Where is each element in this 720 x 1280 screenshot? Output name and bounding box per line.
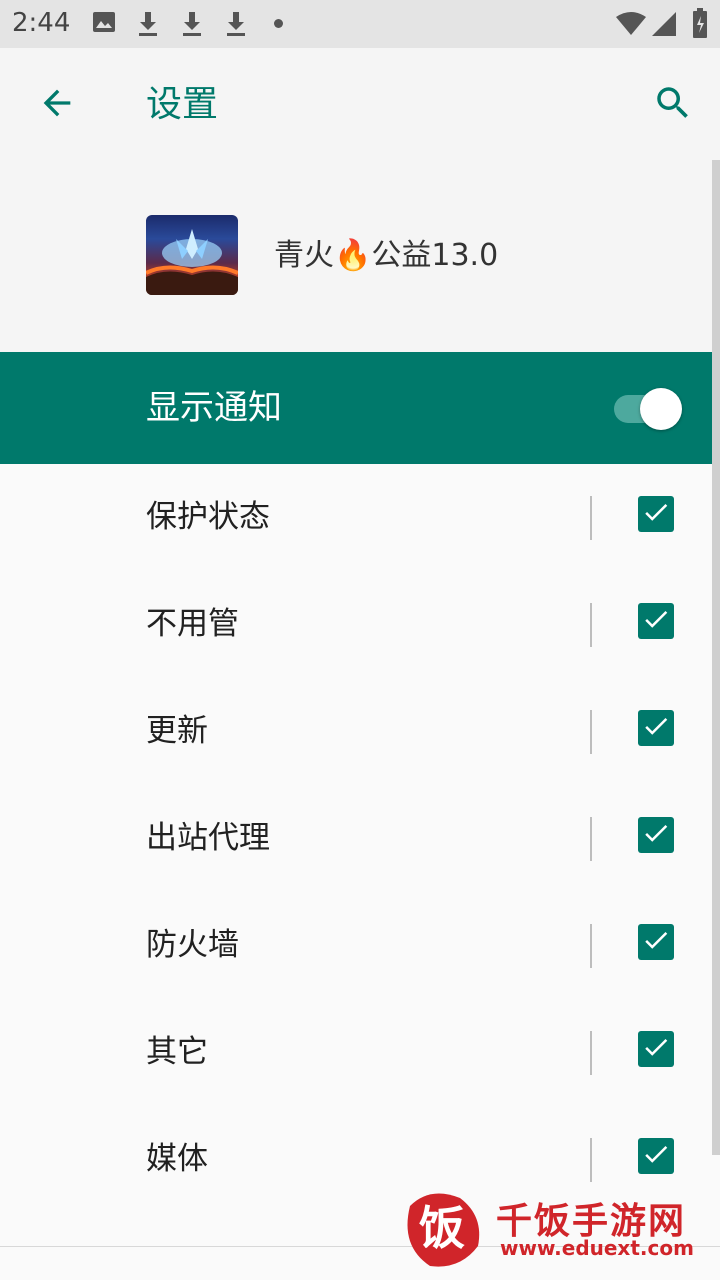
vertical-divider: [590, 924, 592, 968]
back-button[interactable]: [30, 78, 84, 132]
vertical-divider: [590, 710, 592, 754]
app-header: 青火🔥公益13.0: [0, 160, 720, 352]
checkmark-icon: [641, 1139, 671, 1173]
channel-label: 更新: [146, 713, 208, 749]
channel-row[interactable]: 防火墙: [0, 892, 720, 999]
channel-row[interactable]: 不用管: [0, 571, 720, 678]
channel-row[interactable]: 其它: [0, 999, 720, 1106]
app-name-suffix: 公益13.0: [371, 238, 499, 273]
status-time: 2:44: [12, 8, 71, 38]
channel-checkbox[interactable]: [638, 496, 674, 532]
channel-row[interactable]: 保护状态: [0, 464, 720, 571]
vertical-divider: [590, 496, 592, 540]
battery-icon: [692, 8, 708, 42]
checkmark-icon: [641, 711, 671, 745]
download-icon: [224, 10, 248, 42]
arrow-back-icon: [37, 83, 77, 127]
show-notifications-label: 显示通知: [146, 388, 282, 428]
app-name-prefix: 青火: [274, 238, 334, 273]
app-name: 青火🔥公益13.0: [274, 236, 498, 276]
checkmark-icon: [641, 818, 671, 852]
channel-checkbox[interactable]: [638, 1031, 674, 1067]
app-icon: [146, 215, 238, 295]
image-icon: [92, 10, 116, 38]
channel-label: 不用管: [146, 606, 239, 642]
page-title: 设置: [146, 84, 219, 125]
search-button[interactable]: [646, 78, 700, 132]
app-bar: 设置: [0, 48, 720, 160]
vertical-divider: [590, 1138, 592, 1182]
channel-checkbox[interactable]: [638, 710, 674, 746]
channel-row[interactable]: 出站代理: [0, 785, 720, 892]
download-icon: [136, 10, 160, 42]
channel-label: 保护状态: [146, 499, 270, 535]
status-bar: 2:44: [0, 0, 720, 48]
search-icon: [652, 82, 694, 128]
vertical-divider: [590, 817, 592, 861]
watermark: 饭 千饭手游网 www.eduext.com: [400, 1186, 710, 1270]
channel-checkbox[interactable]: [638, 924, 674, 960]
notification-dot-icon: [274, 19, 283, 28]
show-notifications-switch-bar[interactable]: 显示通知: [0, 352, 720, 464]
signal-icon: [652, 12, 676, 40]
channel-label: 媒体: [146, 1141, 208, 1177]
channel-row[interactable]: 更新: [0, 678, 720, 785]
channel-label: 防火墙: [146, 927, 239, 963]
watermark-logo-char: 饭: [419, 1201, 465, 1255]
channel-checkbox[interactable]: [638, 1138, 674, 1174]
vertical-divider: [590, 1031, 592, 1075]
watermark-url: www.eduext.com: [500, 1236, 694, 1260]
channel-checkbox[interactable]: [638, 817, 674, 853]
checkmark-icon: [641, 925, 671, 959]
checkmark-icon: [641, 1032, 671, 1066]
watermark-logo: 饭: [400, 1186, 484, 1270]
download-icon: [180, 10, 204, 42]
fire-emoji: 🔥: [334, 238, 372, 273]
checkmark-icon: [641, 497, 671, 531]
channel-checkbox[interactable]: [638, 603, 674, 639]
vertical-divider: [590, 603, 592, 647]
scrollbar[interactable]: [712, 160, 720, 1155]
wifi-icon: [616, 12, 646, 40]
toggle-thumb[interactable]: [640, 388, 682, 430]
checkmark-icon: [641, 604, 671, 638]
channel-label: 其它: [146, 1034, 208, 1070]
channel-label: 出站代理: [146, 820, 270, 856]
